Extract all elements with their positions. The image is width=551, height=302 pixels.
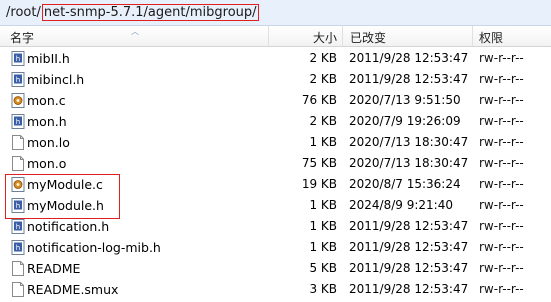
- column-divider[interactable]: [342, 26, 343, 46]
- header-file-icon: h: [11, 198, 25, 213]
- file-modified: 2020/8/7 15:36:24: [349, 177, 461, 191]
- file-modified: 2011/9/28 12:53:47: [349, 51, 469, 65]
- file-modified: 2020/7/13 18:30:47: [349, 135, 469, 149]
- file-name: mon.lo: [27, 135, 70, 150]
- file-permissions: rw-r--r--: [479, 282, 524, 296]
- file-permissions: rw-r--r--: [479, 198, 524, 212]
- file-list: h mibII.h 2 KB 2011/9/28 12:53:47 rw-r--…: [0, 48, 551, 300]
- path-text[interactable]: /root/net-snmp-5.7.1/agent/mibgroup/: [6, 4, 259, 21]
- column-header-modified[interactable]: 已改变: [350, 29, 386, 46]
- file-modified: 2011/9/28 12:53:47: [349, 240, 469, 254]
- column-header-size[interactable]: 大小: [313, 29, 337, 46]
- file-name: notification-log-mib.h: [27, 240, 161, 255]
- file-size: 2 KB: [309, 114, 337, 128]
- file-row[interactable]: myModule.c 19 KB 2020/8/7 15:36:24 rw-r-…: [0, 174, 551, 195]
- file-permissions: rw-r--r--: [479, 114, 524, 128]
- file-modified: 2011/9/28 12:53:47: [349, 282, 469, 296]
- c-source-icon: [11, 93, 25, 108]
- file-modified: 2011/9/28 12:53:47: [349, 261, 469, 275]
- file-size: 75 KB: [301, 156, 337, 170]
- file-row[interactable]: h mibII.h 2 KB 2011/9/28 12:53:47 rw-r--…: [0, 48, 551, 69]
- file-size: 3 KB: [309, 282, 337, 296]
- file-row[interactable]: mon.o 75 KB 2020/7/13 18:30:47 rw-r--r--: [0, 153, 551, 174]
- file-modified: 2020/7/13 18:30:47: [349, 156, 469, 170]
- file-permissions: rw-r--r--: [479, 72, 524, 86]
- file-permissions: rw-r--r--: [479, 156, 524, 170]
- file-row[interactable]: README.smux 3 KB 2011/9/28 12:53:47 rw-r…: [0, 279, 551, 300]
- file-name: README.smux: [27, 282, 119, 297]
- file-permissions: rw-r--r--: [479, 177, 524, 191]
- file-size: 1 KB: [309, 198, 337, 212]
- blank-file-icon: [11, 156, 25, 171]
- blank-file-icon: [11, 135, 25, 150]
- header-file-icon: h: [11, 51, 25, 66]
- file-name: mon.c: [27, 93, 66, 108]
- column-header-row: ︿ 名字 大小 已改变 权限: [0, 26, 551, 47]
- blank-file-icon: [11, 261, 25, 276]
- file-modified: 2011/9/28 12:53:47: [349, 72, 469, 86]
- path-highlighted-segment: net-snmp-5.7.1/agent/mibgroup/: [41, 4, 259, 21]
- file-row[interactable]: h mon.h 2 KB 2020/7/9 19:26:09 rw-r--r--: [0, 111, 551, 132]
- file-row[interactable]: h notification.h 1 KB 2011/9/28 12:53:47…: [0, 216, 551, 237]
- file-name: README: [27, 261, 81, 276]
- header-file-icon: h: [11, 114, 25, 129]
- column-divider[interactable]: [472, 26, 473, 46]
- svg-text:h: h: [16, 244, 20, 252]
- svg-text:h: h: [16, 118, 20, 126]
- file-size: 2 KB: [309, 51, 337, 65]
- c-source-icon: [11, 177, 25, 192]
- file-name: mon.h: [27, 114, 67, 129]
- file-row[interactable]: h myModule.h 1 KB 2024/8/9 9:21:40 rw-r-…: [0, 195, 551, 216]
- file-modified: 2011/9/28 12:53:47: [349, 219, 469, 233]
- file-size: 5 KB: [309, 261, 337, 275]
- file-name: myModule.h: [27, 198, 104, 213]
- svg-text:h: h: [16, 55, 20, 63]
- file-permissions: rw-r--r--: [479, 93, 524, 107]
- file-row[interactable]: README 5 KB 2011/9/28 12:53:47 rw-r--r--: [0, 258, 551, 279]
- file-row[interactable]: h notification-log-mib.h 1 KB 2011/9/28 …: [0, 237, 551, 258]
- file-size: 2 KB: [309, 72, 337, 86]
- header-file-icon: h: [11, 72, 25, 87]
- file-size: 1 KB: [309, 219, 337, 233]
- file-row[interactable]: h mibincl.h 2 KB 2011/9/28 12:53:47 rw-r…: [0, 69, 551, 90]
- header-file-icon: h: [11, 219, 25, 234]
- file-name: notification.h: [27, 219, 110, 234]
- path-bar[interactable]: /root/net-snmp-5.7.1/agent/mibgroup/: [0, 0, 551, 26]
- column-divider[interactable]: [268, 26, 269, 46]
- file-name: mibincl.h: [27, 72, 85, 87]
- file-permissions: rw-r--r--: [479, 240, 524, 254]
- header-file-icon: h: [11, 240, 25, 255]
- sort-ascending-icon: ︿: [131, 27, 139, 36]
- file-name: mon.o: [27, 156, 67, 171]
- file-size: 1 KB: [309, 135, 337, 149]
- path-prefix: /root/: [6, 5, 41, 20]
- svg-text:h: h: [16, 223, 20, 231]
- svg-text:h: h: [16, 76, 20, 84]
- file-name: myModule.c: [27, 177, 103, 192]
- file-size: 1 KB: [309, 240, 337, 254]
- file-modified: 2020/7/13 9:51:50: [349, 93, 461, 107]
- file-row[interactable]: mon.c 76 KB 2020/7/13 9:51:50 rw-r--r--: [0, 90, 551, 111]
- file-modified: 2024/8/9 9:21:40: [349, 198, 453, 212]
- svg-text:h: h: [16, 202, 20, 210]
- file-permissions: rw-r--r--: [479, 135, 524, 149]
- file-name: mibII.h: [27, 51, 70, 66]
- column-header-permissions[interactable]: 权限: [479, 29, 503, 46]
- file-size: 19 KB: [301, 177, 337, 191]
- file-size: 76 KB: [301, 93, 337, 107]
- file-row[interactable]: mon.lo 1 KB 2020/7/13 18:30:47 rw-r--r--: [0, 132, 551, 153]
- file-modified: 2020/7/9 19:26:09: [349, 114, 461, 128]
- file-permissions: rw-r--r--: [479, 261, 524, 275]
- column-header-name[interactable]: 名字: [10, 29, 34, 46]
- file-permissions: rw-r--r--: [479, 51, 524, 65]
- file-permissions: rw-r--r--: [479, 219, 524, 233]
- blank-file-icon: [11, 282, 25, 297]
